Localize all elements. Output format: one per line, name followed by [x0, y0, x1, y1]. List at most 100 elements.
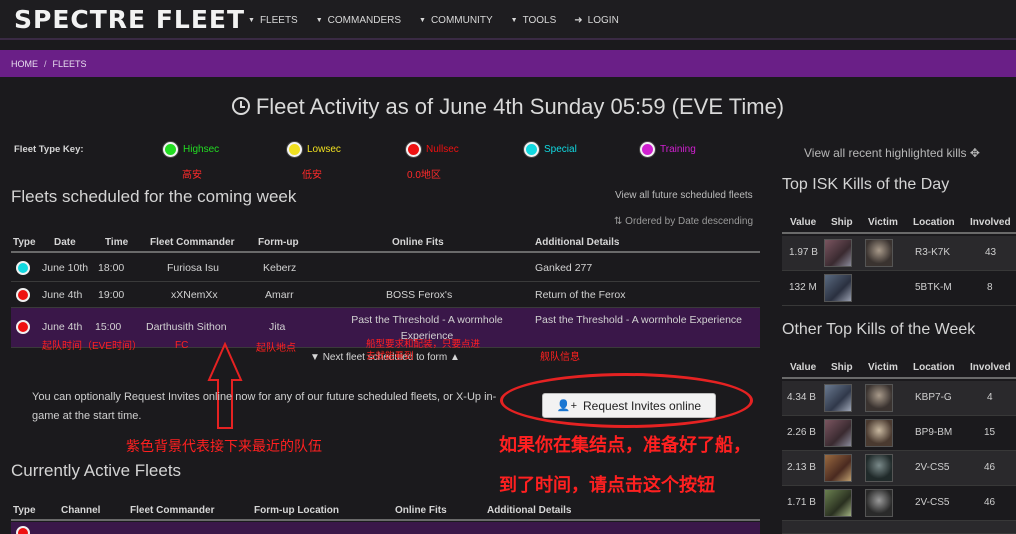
row-date: June 10th: [42, 262, 89, 274]
row-fc[interactable]: Darthusith Sithon: [146, 321, 227, 333]
nav-community[interactable]: ▼ COMMUNITY: [419, 15, 493, 26]
nav-tools[interactable]: ▼ TOOLS: [511, 15, 557, 26]
ship-image: [824, 419, 852, 447]
kill-location: 2V-CS5: [915, 497, 950, 508]
breadcrumb-fleets[interactable]: FLEETS: [53, 59, 87, 69]
row-fc[interactable]: xXNemXx: [171, 289, 218, 301]
active-fleets-heading: Currently Active Fleets: [11, 461, 182, 480]
row-time: 18:00: [98, 262, 125, 274]
col-fleet-commander: Fleet Commander: [150, 237, 235, 248]
kill-row[interactable]: [782, 521, 1016, 534]
fleet-type-key-label: Fleet Type Key:: [14, 144, 84, 155]
annotation-instruction-1: 如果你在集结点，准备好了船，: [499, 435, 751, 455]
key-lowsec-label: Lowsec: [307, 144, 341, 155]
crosshair-icon: ✥: [966, 146, 980, 160]
table-row[interactable]: June 10th 18:00 Furiosa Isu Keberz Ganke…: [11, 255, 760, 282]
kill-row[interactable]: 1.97 B R3-K7K 43: [782, 236, 1016, 271]
kill-value: 1.71 B: [787, 497, 816, 508]
col-online-fits: Online Fits: [395, 505, 447, 516]
key-training-label: Training: [660, 144, 696, 155]
col-additional-details: Additional Details: [487, 505, 572, 516]
nav-login[interactable]: ➜ LOGIN: [574, 15, 619, 26]
row-time: 19:00: [98, 289, 125, 301]
col-involved: Involved: [970, 217, 1011, 228]
kill-value: 1.97 B: [789, 247, 818, 258]
kill-value: 132 M: [789, 282, 817, 293]
caret-down-icon: ▼: [315, 16, 323, 24]
col-online-fits: Online Fits: [392, 237, 444, 248]
breadcrumb: HOME / FLEETS: [0, 50, 1016, 77]
caret-down-icon: ▼: [310, 352, 323, 363]
request-invites-button[interactable]: 👤+ Request Invites online: [542, 393, 716, 418]
caret-down-icon: ▼: [510, 16, 518, 24]
nav-menu: ▼ FLEETS ▼ COMMANDERS ▼ COMMUNITY ▼ TOOLS ➜ L…: [248, 0, 619, 40]
key-nullsec-label: Nullsec: [426, 144, 459, 155]
page-title: Fleet Activity as of June 4th Sunday 05:…: [0, 94, 1016, 120]
ship-image: [824, 384, 852, 412]
annotation-time: 起队时间（EVE时间）: [42, 341, 143, 352]
row-time: 15:00: [95, 321, 122, 333]
kill-involved: 43: [985, 247, 997, 258]
nav-login-label: LOGIN: [587, 14, 619, 26]
col-type: Type: [13, 237, 36, 248]
annotation-formup: 起队地点: [256, 343, 296, 354]
row-date: June 4th: [42, 321, 83, 333]
victim-portrait: [865, 454, 893, 482]
col-value: Value: [790, 362, 817, 373]
nav-fleets-label: FLEETS: [259, 14, 298, 26]
row-fits[interactable]: BOSS Ferox's: [386, 289, 452, 301]
user-plus-icon: 👤+: [556, 400, 578, 412]
kill-involved: 15: [984, 427, 996, 438]
key-highsec: Highsec: [163, 142, 219, 157]
table-row[interactable]: June 4th 19:00 xXNemXx Amarr BOSS Ferox'…: [11, 282, 760, 308]
kill-row[interactable]: 4.34 B KBP7-G 4: [782, 381, 1016, 416]
col-involved: Involved: [970, 362, 1011, 373]
invite-description: You can optionally Request Invites onlin…: [32, 391, 497, 422]
top-kills-week-heading: Other Top Kills of the Week: [782, 321, 976, 338]
table-row-active[interactable]: [11, 522, 760, 534]
nullsec-dot-icon: [406, 142, 421, 157]
scheduled-fleets-heading: Fleets scheduled for the coming week: [11, 187, 297, 206]
row-formup: Jita: [269, 321, 286, 333]
nullsec-dot-icon: [16, 288, 30, 302]
view-recent-kills-link[interactable]: View all recent highlighted kills ✥: [804, 146, 980, 160]
site-logo[interactable]: SPECTRE FLEET: [14, 5, 245, 34]
col-time: Time: [105, 237, 129, 248]
kill-row[interactable]: 2.13 B 2V-CS5 46: [782, 451, 1016, 486]
kill-location: R3-K7K: [915, 247, 951, 258]
nav-fleets[interactable]: ▼ FLEETS: [248, 15, 298, 26]
kill-location: 2V-CS5: [915, 462, 950, 473]
clock-icon: [231, 97, 250, 115]
victim-portrait: [865, 419, 893, 447]
special-dot-icon: [16, 261, 30, 275]
login-icon: ➜: [574, 14, 583, 26]
view-future-fleets-link[interactable]: View all future scheduled fleets: [615, 190, 753, 201]
ship-image: [824, 274, 852, 302]
isk-kills-day-heading: Top ISK Kills of the Day: [782, 176, 950, 193]
victim-portrait: [865, 384, 893, 412]
nav-tools-label: TOOLS: [522, 14, 557, 26]
row-fc[interactable]: Furiosa Isu: [167, 262, 219, 274]
col-victim: Victim: [868, 217, 898, 228]
kill-row[interactable]: 132 M 5BTK-M 8: [782, 271, 1016, 306]
kill-row[interactable]: 2.26 B BP9-BM 15: [782, 416, 1016, 451]
annotation-fits: 船型要求和配装，只要点进去就能看到: [366, 339, 481, 362]
kill-involved: 46: [984, 462, 996, 473]
nullsec-dot-icon: [16, 526, 30, 534]
caret-down-icon: ▼: [248, 16, 255, 24]
training-dot-icon: [640, 142, 655, 157]
col-formup-location: Form-up Location: [254, 505, 339, 516]
annotation-details: 舰队信息: [540, 352, 580, 363]
annotation-fc: FC: [175, 340, 189, 351]
breadcrumb-home[interactable]: HOME: [11, 59, 38, 69]
col-additional-details: Additional Details: [535, 237, 620, 248]
scheduled-table-header: Type Date Time Fleet Commander Form-up O…: [11, 233, 760, 253]
page-title-text: Fleet Activity as of June 4th Sunday 05:…: [255, 94, 785, 119]
kill-row[interactable]: 1.71 B 2V-CS5 46: [782, 486, 1016, 521]
special-dot-icon: [524, 142, 539, 157]
kill-involved: 8: [987, 282, 993, 293]
caret-down-icon: ▼: [419, 16, 426, 24]
kill-location: 5BTK-M: [915, 282, 952, 293]
annotation-instruction-2: 到了时间，请点击这个按钮: [499, 475, 715, 495]
nav-commanders[interactable]: ▼ COMMANDERS: [316, 15, 401, 26]
